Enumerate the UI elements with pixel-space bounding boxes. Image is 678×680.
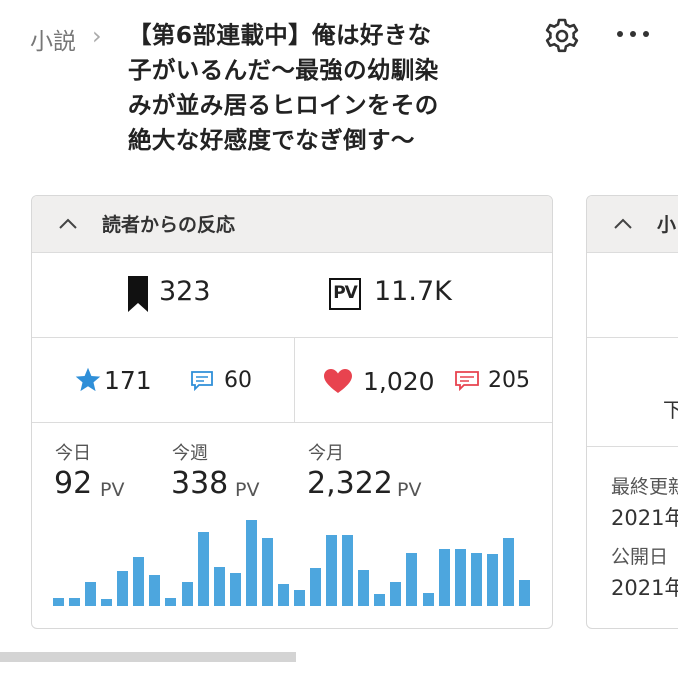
pv-bar	[245, 520, 257, 606]
pv-unit: PV	[397, 479, 422, 501]
daily-pv-chart	[52, 506, 534, 606]
comment-icon	[455, 371, 479, 392]
pv-bar	[406, 553, 418, 606]
pv-bar	[422, 592, 434, 606]
chevron-up-icon	[614, 218, 632, 229]
pv-week-value: 338	[171, 466, 229, 501]
divider	[294, 338, 295, 422]
bookmark-count: 323	[159, 276, 211, 307]
pv-week-label: 今週	[172, 443, 208, 464]
title-line: 絶大な好感度でなぎ倒す〜	[128, 126, 415, 154]
star-icon	[75, 367, 101, 392]
reactions-title: 読者からの反応	[102, 214, 236, 236]
pv-bar	[229, 572, 241, 606]
novel-info-card: 小 下 最終更新 2021年 公開日 2021年	[586, 195, 678, 629]
breadcrumb-novel[interactable]: 小説	[30, 22, 76, 56]
pv-bar	[438, 549, 450, 606]
pv-bar	[358, 569, 370, 606]
comment-icon	[191, 371, 213, 392]
pv-bar	[502, 538, 514, 606]
novel-info-title: 小	[657, 214, 677, 236]
pv-bar	[518, 579, 530, 606]
divider	[587, 337, 678, 338]
pv-bar	[261, 538, 273, 606]
pv-bar	[486, 554, 498, 606]
pv-total: 11.7K	[374, 276, 452, 307]
pv-bar	[69, 597, 81, 606]
pv-bar	[53, 597, 64, 606]
ratings-row: 171 60 1,020 205	[32, 338, 552, 423]
novel-info-header[interactable]: 小	[587, 196, 678, 253]
heart-count: 1,020	[363, 367, 435, 396]
reactions-header[interactable]: 読者からの反応	[32, 196, 552, 253]
pv-unit: PV	[100, 479, 125, 501]
pv-unit: PV	[235, 479, 260, 501]
pv-bar	[133, 557, 145, 606]
pv-bar	[277, 583, 289, 606]
pv-bar	[213, 566, 225, 606]
last-updated-value: 2021年	[611, 506, 678, 530]
gear-icon[interactable]	[540, 14, 584, 58]
pv-month-label: 今月	[308, 443, 344, 464]
chevron-right-icon: ›	[92, 22, 102, 50]
title-line: 子がいるんだ〜最強の幼馴染	[128, 56, 439, 84]
heart-icon	[324, 369, 352, 393]
star-comment-count: 60	[224, 368, 252, 393]
divider	[587, 446, 678, 447]
pv-bar	[454, 549, 466, 606]
pv-bar	[294, 589, 305, 606]
published-label: 公開日	[611, 546, 669, 568]
pv-bar	[342, 535, 354, 606]
pv-bar	[149, 574, 161, 606]
pv-today-label: 今日	[55, 443, 91, 464]
title-line: みが並み居るヒロインをその	[128, 91, 439, 119]
horizontal-scrollbar[interactable]	[0, 652, 296, 662]
pv-bar	[101, 598, 113, 606]
info-text: 下	[663, 394, 678, 423]
published-value: 2021年	[611, 576, 678, 600]
pv-month-value: 2,322	[307, 466, 393, 501]
pv-bar	[310, 567, 322, 606]
pv-today-value: 92	[54, 466, 93, 501]
page-title: 【第6部連載中】俺は好きな 子がいるんだ〜最強の幼馴染 みが並み居るヒロインをそ…	[128, 18, 503, 158]
pv-bar	[181, 581, 193, 606]
star-count: 171	[104, 366, 152, 395]
pv-bar	[197, 532, 209, 606]
pv-bar	[165, 597, 177, 606]
heart-comment-count: 205	[488, 368, 530, 393]
pv-bar	[326, 535, 338, 606]
pv-bar	[85, 581, 97, 606]
bookmark-icon	[128, 276, 148, 312]
totals-row: 323 PV 11.7K	[32, 253, 552, 338]
pv-bar	[390, 581, 402, 606]
pv-bar	[374, 593, 386, 606]
pv-icon: PV	[329, 278, 361, 310]
pv-bar	[470, 553, 482, 606]
last-updated-label: 最終更新	[611, 476, 678, 498]
more-icon[interactable]	[612, 22, 656, 46]
pv-bar	[117, 570, 129, 606]
title-line: 【第6部連載中】俺は好きな	[128, 21, 432, 49]
reader-reactions-card: 読者からの反応 323 PV 11.7K 171 60 1,020 205 今日	[31, 195, 553, 629]
chevron-up-icon	[59, 218, 77, 229]
